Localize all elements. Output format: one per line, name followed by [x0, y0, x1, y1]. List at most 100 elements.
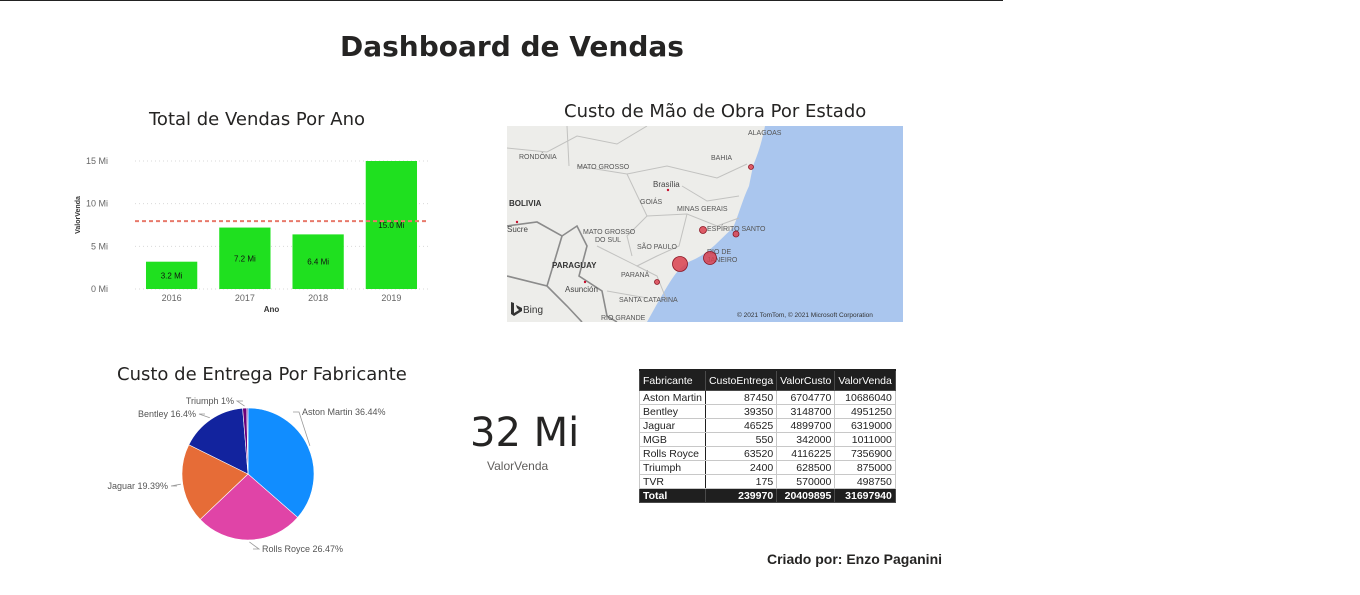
top-border — [0, 0, 1003, 1]
x-tick-label: 2016 — [162, 293, 182, 303]
page-title: Dashboard de Vendas — [340, 30, 684, 63]
map-label: Brasília — [653, 180, 680, 189]
x-tick-label: 2017 — [235, 293, 255, 303]
cell: 39350 — [704, 404, 778, 419]
card-value: 32 Mi — [470, 410, 580, 456]
data-table[interactable]: Fabricante CustoEntrega ValorCusto Valor… — [639, 369, 896, 503]
bar-data-label: 15.0 Mi — [378, 221, 404, 230]
bar-data-label: 3.2 Mi — [161, 271, 183, 280]
cell: 31697940 — [834, 488, 896, 503]
y-tick-label: 10 Mi — [86, 199, 108, 209]
cell: 1011000 — [834, 432, 896, 447]
map-label: RIO GRANDE — [601, 315, 646, 322]
pie-label: Bentley 16.4% — [138, 409, 196, 419]
table-header-row: Fabricante CustoEntrega ValorCusto Valor… — [639, 369, 896, 391]
bar-chart-title: Total de Vendas Por Ano — [149, 109, 366, 130]
table-row: Bentley 39350 3148700 4951250 — [639, 404, 896, 419]
bing-label: Bing — [523, 305, 543, 316]
map-label: DO SUL — [595, 237, 621, 244]
cell: 7356900 — [834, 446, 896, 461]
map-label: GOIÁS — [640, 197, 663, 206]
cell: Triumph — [639, 460, 706, 475]
x-tick-label: 2019 — [381, 293, 401, 303]
table-row: Jaguar 46525 4899700 6319000 — [639, 418, 896, 433]
table-total-row: Total 239970 20409895 31697940 — [639, 488, 896, 503]
cell: 2400 — [704, 460, 778, 475]
bar-data-label: 6.4 Mi — [307, 258, 329, 267]
cell: 6319000 — [834, 418, 896, 433]
pie-label: Rolls Royce 26.47% — [262, 544, 343, 554]
pie-chart-title: Custo de Entrega Por Fabricante — [117, 364, 407, 385]
map-copyright: © 2021 TomTom, © 2021 Microsoft Corporat… — [737, 311, 873, 319]
pie-leader-line — [235, 400, 245, 407]
cell: 10686040 — [834, 390, 896, 405]
y-tick-label: 15 Mi — [86, 156, 108, 166]
table-row: MGB 550 342000 1011000 — [639, 432, 896, 447]
cell: 46525 — [704, 418, 778, 433]
cell: 175 — [704, 474, 778, 489]
cell: Jaguar — [639, 418, 706, 433]
pie-label: Aston Martin 36.44% — [302, 407, 386, 417]
table-row: Rolls Royce 63520 4116225 7356900 — [639, 446, 896, 461]
map-label: RONDÔNIA — [519, 152, 557, 161]
cell: 20409895 — [776, 488, 836, 503]
pie-leader-line — [170, 483, 181, 487]
map-label: Sucre — [507, 225, 528, 234]
cell: MGB — [639, 432, 706, 447]
cell: 239970 — [704, 488, 778, 503]
col-header[interactable]: ValorVenda — [834, 369, 896, 391]
cell: 550 — [704, 432, 778, 447]
map-label: Asunción — [565, 285, 598, 294]
cell: TVR — [639, 474, 706, 489]
map-label: ALAGOAS — [748, 130, 782, 137]
cell: 628500 — [776, 460, 836, 475]
cell: 4899700 — [776, 418, 836, 433]
table-row: Triumph 2400 628500 875000 — [639, 460, 896, 475]
cell: 570000 — [776, 474, 836, 489]
map-label: MATO GROSSO — [583, 229, 636, 236]
x-tick-label: 2018 — [308, 293, 328, 303]
cell: 63520 — [704, 446, 778, 461]
map-label: PARANÁ — [621, 270, 650, 279]
pie-chart[interactable]: Aston Martin 36.44% Rolls Royce 26.47% Jag… — [90, 390, 410, 565]
col-header[interactable]: CustoEntrega — [704, 369, 778, 391]
cell: 87450 — [704, 390, 778, 405]
cell: 4951250 — [834, 404, 896, 419]
y-tick-label: 0 Mi — [91, 284, 108, 294]
col-header[interactable]: Fabricante — [639, 369, 706, 391]
card-label: ValorVenda — [487, 459, 549, 473]
pie-leader-line — [198, 413, 210, 419]
cell: 342000 — [776, 432, 836, 447]
map-label: MATO GROSSO — [577, 164, 630, 171]
map-canvas[interactable]: ALAGOAS RONDÔNIA BAHIA MATO GROSSO Brasí… — [507, 126, 903, 322]
map-label: PARAGUAY — [552, 261, 597, 270]
cell: 6704770 — [776, 390, 836, 405]
map-label: MINAS GERAIS — [677, 206, 728, 213]
cell: 498750 — [834, 474, 896, 489]
map-label: SANTA CATARINA — [619, 297, 678, 304]
y-tick-label: 5 Mi — [91, 241, 108, 251]
pie-label: Triumph 1% — [186, 396, 234, 406]
cell: Aston Martin — [639, 390, 706, 405]
author-credit: Criado por: Enzo Paganini — [767, 551, 943, 567]
bar-chart[interactable]: 0 Mi 5 Mi 10 Mi 15 Mi 3.2 Mi 2016 7.2 Mi 2017 6.… — [60, 145, 440, 325]
pie-leader-line — [249, 541, 261, 550]
cell: 875000 — [834, 460, 896, 475]
map-label: BOLIVIA — [509, 199, 542, 208]
table-row: TVR 175 570000 498750 — [639, 474, 896, 489]
x-axis-title: Ano — [264, 305, 280, 314]
cell: 4116225 — [776, 446, 836, 461]
table-row: Aston Martin 87450 6704770 10686040 — [639, 390, 896, 405]
cell: Rolls Royce — [639, 446, 706, 461]
pie-label: Jaguar 19.39% — [107, 481, 168, 491]
bar-data-label: 7.2 Mi — [234, 254, 256, 263]
y-axis-title: ValorVenda — [75, 196, 82, 234]
cell: Total — [639, 488, 706, 503]
cell: Bentley — [639, 404, 706, 419]
map-visual[interactable]: ALAGOAS RONDÔNIA BAHIA MATO GROSSO Brasí… — [507, 126, 903, 322]
map-title: Custo de Mão de Obra Por Estado — [564, 101, 867, 122]
col-header[interactable]: ValorCusto — [776, 369, 836, 391]
cell: 3148700 — [776, 404, 836, 419]
map-label: BAHIA — [711, 155, 732, 162]
map-label: SÃO PAULO — [637, 242, 677, 251]
